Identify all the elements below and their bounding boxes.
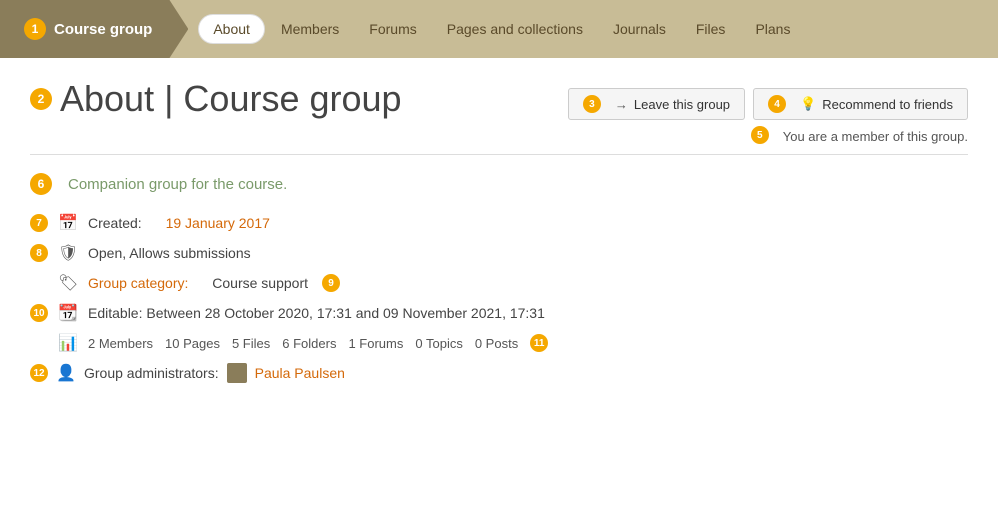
badge-3: 3	[583, 95, 601, 113]
member-status: You are a member of this group.	[783, 129, 968, 144]
group-category: Course support	[212, 275, 308, 291]
category-item: 🏷 Group category: Course support 9	[30, 273, 968, 293]
heading-divider	[30, 154, 968, 155]
badge-7: 7	[30, 214, 48, 232]
nav-link-files[interactable]: Files	[682, 15, 740, 43]
member-status-row: 5 You are a member of this group.	[751, 126, 968, 144]
nav-link-forums[interactable]: Forums	[355, 15, 430, 43]
page-title: About | Course group	[60, 78, 402, 120]
stats-row: 2 Members 10 Pages 5 Files 6 Folders 1 F…	[88, 334, 556, 352]
badge-9: 9	[322, 274, 340, 292]
avatar	[227, 363, 247, 383]
badge-2: 2	[30, 88, 52, 110]
badge-1: 1	[24, 18, 46, 40]
top-navigation: 1 Course group About Members Forums Page…	[0, 0, 998, 58]
badge-4: 4	[768, 95, 786, 113]
badge-10: 10	[30, 304, 48, 322]
badge-5: 5	[751, 126, 769, 144]
tag-icon: 🏷	[58, 273, 78, 293]
created-date: 19 January 2017	[166, 215, 270, 231]
recommend-button[interactable]: 4 💡 Recommend to friends	[753, 88, 968, 120]
person-icon: 👤	[56, 363, 76, 383]
editable-text: Editable: Between 28 October 2020, 17:31…	[88, 305, 545, 321]
admin-item: 12 👤 Group administrators: Paula Paulsen	[30, 363, 968, 383]
group-category-label: Group category:	[88, 275, 188, 291]
editable-item: 10 📆 Editable: Between 28 October 2020, …	[30, 303, 968, 323]
created-label: Created:	[88, 215, 142, 231]
group-description: Companion group for the course.	[68, 176, 287, 193]
badge-12: 12	[30, 364, 48, 382]
calendar-icon: 📆	[58, 303, 78, 323]
nav-link-pages[interactable]: Pages and collections	[433, 15, 597, 43]
created-item: 7 📅 Created: 19 January 2017	[30, 213, 968, 233]
leave-arrow-icon: →	[615, 97, 628, 112]
chart-icon: 📊	[58, 333, 78, 353]
nav-link-about[interactable]: About	[198, 14, 265, 44]
stat-forums: 1 Forums	[348, 336, 403, 351]
heading-row: 2 About | Course group 3 → Leave this gr…	[30, 78, 968, 144]
stat-files: 5 Files	[232, 336, 270, 351]
open-status-text: Open, Allows submissions	[88, 245, 251, 261]
description-row: 6 Companion group for the course.	[30, 173, 968, 195]
recommend-button-label: Recommend to friends	[822, 97, 953, 112]
stat-topics: 0 Topics	[415, 336, 462, 351]
group-title-nav: 1 Course group	[0, 0, 188, 58]
badge-8: 8	[30, 244, 48, 262]
admin-name-link[interactable]: Paula Paulsen	[255, 365, 345, 381]
action-row: 3 → Leave this group 4 💡 Recommend to fr…	[568, 88, 968, 120]
leave-button-label: Leave this group	[634, 97, 730, 112]
stat-folders: 6 Folders	[282, 336, 336, 351]
shield-icon: 🛡	[58, 243, 78, 263]
lightbulb-icon: 💡	[800, 96, 816, 112]
action-buttons: 3 → Leave this group 4 💡 Recommend to fr…	[568, 88, 968, 144]
nav-link-plans[interactable]: Plans	[741, 15, 804, 43]
badge-6: 6	[30, 173, 52, 195]
nav-link-members[interactable]: Members	[267, 15, 353, 43]
info-list: 7 📅 Created: 19 January 2017 8 🛡 Open, A…	[30, 213, 968, 383]
stat-posts: 0 Posts	[475, 336, 518, 351]
group-title-label: Course group	[54, 21, 152, 38]
stat-pages: 10 Pages	[165, 336, 220, 351]
stat-members: 2 Members	[88, 336, 153, 351]
created-icon: 📅	[58, 213, 78, 233]
nav-links-container: About Members Forums Pages and collectio…	[188, 0, 814, 58]
badge-11: 11	[530, 334, 548, 352]
leave-group-button[interactable]: 3 → Leave this group	[568, 88, 745, 120]
page-heading: 2 About | Course group	[30, 78, 402, 120]
stats-item: 11 📊 2 Members 10 Pages 5 Files 6 Folder…	[30, 333, 968, 353]
nav-link-journals[interactable]: Journals	[599, 15, 680, 43]
main-content: 2 About | Course group 3 → Leave this gr…	[0, 58, 998, 413]
admin-label: Group administrators:	[84, 365, 219, 381]
open-status-item: 8 🛡 Open, Allows submissions	[30, 243, 968, 263]
